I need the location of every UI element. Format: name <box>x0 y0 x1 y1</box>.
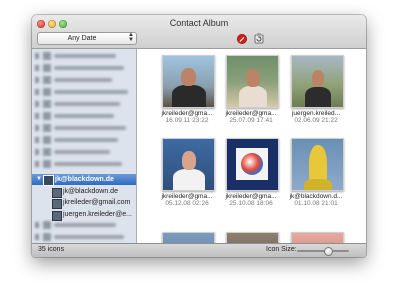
contact-avatar <box>43 52 51 60</box>
sidebar-contact-label <box>54 126 126 130</box>
contacts-sidebar[interactable]: ▼ jk@blackdown.de jk@blackdown.de jkreil… <box>32 49 137 243</box>
sidebar-contact-label <box>54 54 116 58</box>
contact-photo <box>162 138 215 191</box>
window-title: Contact Album <box>169 18 229 28</box>
contact-avatar <box>43 160 51 168</box>
sidebar-contact-label <box>54 223 116 227</box>
disclosure-triangle-icon[interactable] <box>35 89 39 95</box>
disclosure-triangle-icon[interactable] <box>35 113 39 119</box>
status-bar: 35 icons Icon Size: <box>32 243 366 257</box>
contact-avatar <box>43 233 51 241</box>
disclosure-triangle-icon[interactable] <box>35 222 39 228</box>
contact-photo <box>162 55 215 108</box>
photo-date: 05.12.08 02:26 <box>165 200 209 207</box>
contact-avatar <box>43 88 51 96</box>
disclosure-triangle-icon[interactable] <box>35 65 39 71</box>
contact-photo <box>291 138 344 191</box>
contact-avatar <box>43 148 51 156</box>
contact-avatar <box>43 76 51 84</box>
contact-photo <box>226 138 279 191</box>
titlebar: Contact Album Any Date ▲ ▼ <box>32 15 366 49</box>
photo-date: 02.06.09 21:22 <box>294 117 338 124</box>
sidebar-contact-label <box>54 78 112 82</box>
photo-name: jkreileder@gma... <box>161 110 213 117</box>
disclosure-triangle-icon[interactable] <box>35 77 39 83</box>
photo-name: jkreileder@gma... <box>161 193 213 200</box>
photo-name: juergen.kreiled... <box>291 110 341 117</box>
contact-avatar <box>43 136 51 144</box>
sidebar-contact-selected[interactable]: ▼ jk@blackdown.de <box>32 174 136 186</box>
sidebar-subitem-label: juergen.kreileder@e... <box>63 211 132 218</box>
photo-name: jkreileder@gma... <box>225 193 277 200</box>
contact-avatar <box>43 112 51 120</box>
disclosure-triangle-icon[interactable] <box>35 53 39 59</box>
disclosure-triangle-icon[interactable] <box>35 137 39 143</box>
refresh-icon[interactable] <box>253 31 265 44</box>
contact-photo <box>162 232 215 243</box>
date-filter-value: Any Date <box>67 35 97 42</box>
sidebar-contact-label: jk@blackdown.de <box>55 176 114 183</box>
photo-name: jk@blackdown.d... <box>289 193 343 200</box>
contact-avatar <box>52 210 62 221</box>
no-entry-icon[interactable] <box>237 34 247 44</box>
contact-avatar <box>43 221 51 229</box>
photo-date: 25.10.08 18:06 <box>229 200 273 207</box>
date-filter-select[interactable]: Any Date ▲ ▼ <box>37 32 137 45</box>
contact-avatar <box>52 187 62 198</box>
photo-name: jkreileder@gma... <box>225 110 277 117</box>
sidebar-contact-label <box>54 102 120 106</box>
photo-date: 16.09.11 23:22 <box>165 117 209 124</box>
contact-avatar <box>43 100 51 108</box>
sidebar-contact-label <box>54 162 122 166</box>
contact-photo <box>226 232 279 243</box>
disclosure-triangle-icon[interactable]: ▼ <box>36 175 42 184</box>
icon-size-label: Icon Size: <box>266 246 297 253</box>
disclosure-triangle-icon[interactable] <box>35 101 39 107</box>
contact-avatar <box>43 64 51 72</box>
photo-grid[interactable]: jkreileder@gma... 16.09.11 23:22 jkreile… <box>137 49 366 243</box>
contact-photo <box>291 232 344 243</box>
icon-count: 35 icons <box>38 246 65 253</box>
photo-date: 25.07.09 17:41 <box>229 117 273 124</box>
contact-avatar <box>43 175 54 186</box>
contact-avatar <box>43 124 51 132</box>
disclosure-triangle-icon[interactable] <box>35 125 39 131</box>
icon-size-slider[interactable] <box>297 250 349 252</box>
sidebar-contact-label <box>54 138 118 142</box>
sidebar-contact-label <box>54 114 114 118</box>
select-arrows-icon: ▲ ▼ <box>128 32 134 43</box>
disclosure-triangle-icon[interactable] <box>35 149 39 155</box>
sidebar-contact-label <box>54 90 128 94</box>
contact-album-window: Contact Album Any Date ▲ ▼ ▼ jk@blackdown… <box>32 15 366 257</box>
disclosure-triangle-icon[interactable] <box>35 234 39 240</box>
contact-avatar <box>52 198 62 209</box>
contact-photo <box>226 55 279 108</box>
sidebar-subitem-label: jkreileder@gmail.com <box>63 199 131 206</box>
icon-size-slider-knob[interactable] <box>324 247 334 256</box>
sidebar-contact-label <box>54 66 124 70</box>
sidebar-contact-label <box>54 150 110 154</box>
sidebar-subitem-label: jk@blackdown.de <box>63 188 118 195</box>
contact-photo <box>291 55 344 108</box>
sidebar-contact-label <box>54 235 124 239</box>
photo-date: 01.10.08 21:01 <box>294 200 338 207</box>
disclosure-triangle-icon[interactable] <box>35 161 39 167</box>
